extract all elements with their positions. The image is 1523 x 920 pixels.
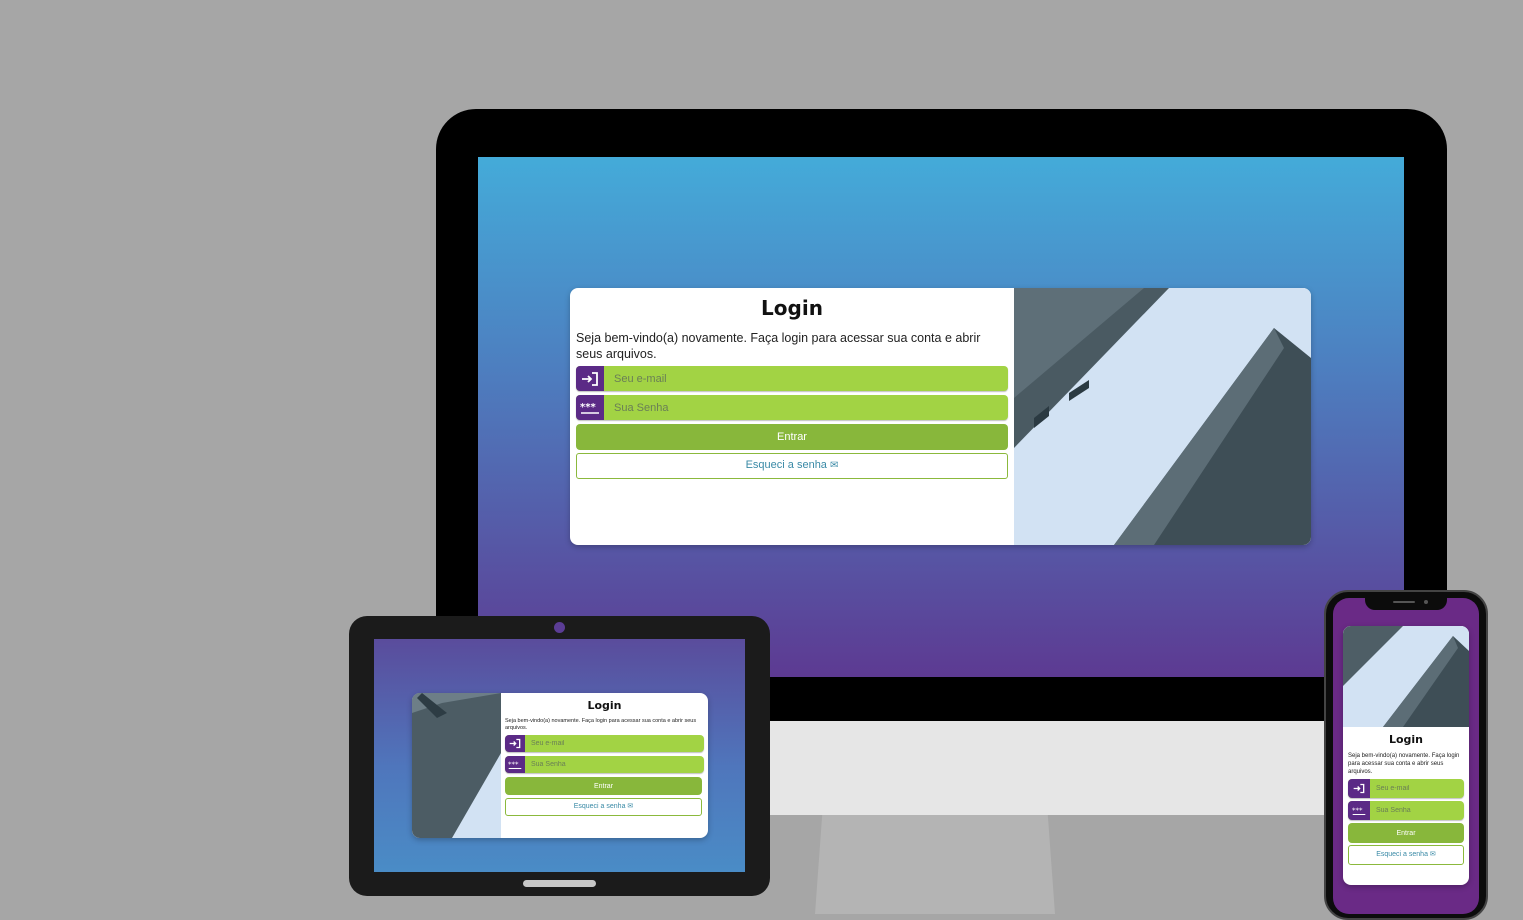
login-card-phone: Login Seja bem-vindo(a) novamente. Faça …: [1343, 626, 1469, 885]
envelope-icon: ✉: [627, 803, 634, 810]
password-input[interactable]: [1370, 801, 1464, 820]
page-title: Login: [761, 296, 823, 320]
speaker-icon: [1393, 601, 1415, 603]
envelope-icon: ✉: [830, 460, 839, 471]
login-form: Login Seja bem-vindo(a) novamente. Faça …: [501, 693, 708, 838]
login-form: Login Seja bem-vindo(a) novamente. Faça …: [570, 288, 1014, 545]
svg-text:***: ***: [508, 760, 519, 768]
login-card-tablet: Login Seja bem-vindo(a) novamente. Faça …: [412, 693, 708, 838]
login-form: Login Seja bem-vindo(a) novamente. Faça …: [1343, 727, 1469, 865]
forgot-label: Esqueci a senha: [745, 459, 827, 471]
envelope-icon: ✉: [1429, 851, 1436, 858]
email-field: [1348, 779, 1464, 798]
imac-stand: [815, 815, 1055, 914]
password-dots-icon: ***: [505, 756, 525, 773]
password-field: ***: [576, 395, 1008, 420]
email-input[interactable]: [525, 735, 704, 752]
password-dots-icon: ***: [576, 395, 604, 420]
welcome-text: Seja bem-vindo(a) novamente. Faça login …: [576, 331, 981, 361]
forgot-password-button[interactable]: Esqueci a senha ✉: [576, 453, 1008, 479]
login-card-desktop: Login Seja bem-vindo(a) novamente. Faça …: [570, 288, 1311, 545]
svg-text:***: ***: [1352, 806, 1363, 814]
email-field: [505, 735, 704, 752]
home-bar: [523, 880, 596, 887]
tablet-screen: Login Seja bem-vindo(a) novamente. Faça …: [374, 639, 745, 872]
password-field: ***: [505, 756, 704, 773]
page-title: Login: [587, 699, 622, 712]
enter-button[interactable]: Entrar: [1348, 823, 1464, 843]
welcome-text: Seja bem-vindo(a) novamente. Faça login …: [1348, 753, 1460, 775]
phone-notch: [1365, 594, 1447, 610]
forgot-password-button[interactable]: Esqueci a senha ✉: [1348, 845, 1464, 865]
camera-icon: [1424, 600, 1428, 604]
login-arrow-icon: [576, 366, 604, 391]
welcome-text: Seja bem-vindo(a) novamente. Faça login …: [505, 718, 697, 731]
password-dots-icon: ***: [1348, 801, 1370, 820]
phone-screen: Login Seja bem-vindo(a) novamente. Faça …: [1333, 598, 1479, 914]
building-image: [412, 693, 501, 838]
email-input[interactable]: [604, 366, 1008, 391]
forgot-password-button[interactable]: Esqueci a senha ✉: [505, 798, 702, 816]
email-field: [576, 366, 1008, 391]
password-field: ***: [1348, 801, 1464, 820]
login-arrow-icon: [505, 735, 525, 752]
email-input[interactable]: [1370, 779, 1464, 798]
login-arrow-icon: [1348, 779, 1370, 798]
page-title: Login: [1388, 733, 1424, 746]
building-image: [1014, 288, 1311, 545]
building-image: [1343, 626, 1469, 727]
password-input[interactable]: [525, 756, 704, 773]
forgot-label: Esqueci a senha: [573, 803, 626, 810]
svg-text:***: ***: [580, 402, 596, 413]
camera-icon: [554, 622, 565, 633]
password-input[interactable]: [604, 395, 1008, 420]
enter-button[interactable]: Entrar: [576, 424, 1008, 450]
forgot-label: Esqueci a senha: [1376, 851, 1428, 858]
enter-button[interactable]: Entrar: [505, 777, 702, 795]
desktop-screen: Login Seja bem-vindo(a) novamente. Faça …: [478, 157, 1404, 677]
